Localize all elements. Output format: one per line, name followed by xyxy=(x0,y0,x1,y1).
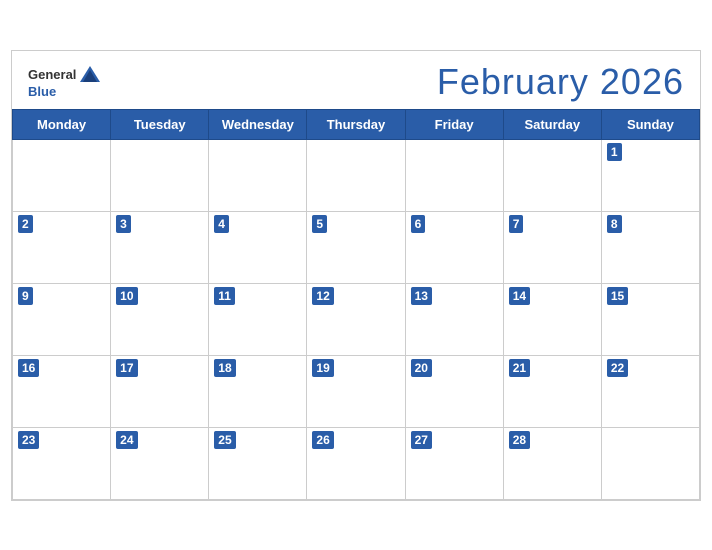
calendar-cell[interactable]: 26 xyxy=(307,427,405,499)
calendar-cell[interactable]: 20 xyxy=(405,355,503,427)
date-number: 16 xyxy=(18,359,39,378)
calendar-cell[interactable]: 22 xyxy=(601,355,699,427)
logo-icon xyxy=(79,64,101,84)
date-number: 25 xyxy=(214,431,235,450)
date-number: 1 xyxy=(607,143,622,162)
date-number: 23 xyxy=(18,431,39,450)
calendar-cell[interactable]: 7 xyxy=(503,211,601,283)
date-number: 8 xyxy=(607,215,622,234)
calendar-cell[interactable] xyxy=(503,139,601,211)
calendar-cell[interactable]: 9 xyxy=(13,283,111,355)
calendar-cell[interactable]: 15 xyxy=(601,283,699,355)
header-tuesday: Tuesday xyxy=(111,109,209,139)
calendar-cell[interactable]: 8 xyxy=(601,211,699,283)
week-row-4: 16 17 18 19 20 21 22 xyxy=(13,355,700,427)
date-number: 15 xyxy=(607,287,628,306)
date-number: 10 xyxy=(116,287,137,306)
calendar-container: General Blue February 2026 Monday Tuesda… xyxy=(11,50,701,501)
logo: General Blue xyxy=(28,64,101,99)
date-number: 4 xyxy=(214,215,229,234)
date-number: 20 xyxy=(411,359,432,378)
calendar-cell[interactable]: 24 xyxy=(111,427,209,499)
calendar-cell[interactable]: 21 xyxy=(503,355,601,427)
calendar-cell[interactable]: 17 xyxy=(111,355,209,427)
calendar-cell[interactable]: 23 xyxy=(13,427,111,499)
date-number: 11 xyxy=(214,287,235,306)
calendar-cell[interactable]: 27 xyxy=(405,427,503,499)
calendar-cell[interactable]: 14 xyxy=(503,283,601,355)
calendar-cell[interactable] xyxy=(209,139,307,211)
calendar-cell[interactable]: 18 xyxy=(209,355,307,427)
date-number: 13 xyxy=(411,287,432,306)
header-wednesday: Wednesday xyxy=(209,109,307,139)
calendar-cell[interactable]: 3 xyxy=(111,211,209,283)
header-friday: Friday xyxy=(405,109,503,139)
calendar-cell[interactable] xyxy=(601,427,699,499)
date-number: 14 xyxy=(509,287,530,306)
date-number: 27 xyxy=(411,431,432,450)
week-row-1: 1 xyxy=(13,139,700,211)
header-sunday: Sunday xyxy=(601,109,699,139)
calendar-cell[interactable]: 19 xyxy=(307,355,405,427)
date-number: 28 xyxy=(509,431,530,450)
calendar-cell[interactable]: 16 xyxy=(13,355,111,427)
calendar-cell[interactable]: 6 xyxy=(405,211,503,283)
date-number: 24 xyxy=(116,431,137,450)
calendar-cell[interactable]: 5 xyxy=(307,211,405,283)
week-row-2: 2 3 4 5 6 7 8 xyxy=(13,211,700,283)
month-title: February 2026 xyxy=(437,61,684,103)
calendar-cell[interactable]: 13 xyxy=(405,283,503,355)
date-number: 26 xyxy=(312,431,333,450)
header-thursday: Thursday xyxy=(307,109,405,139)
calendar-body: 1234567891011121314151617181920212223242… xyxy=(13,139,700,499)
date-number: 19 xyxy=(312,359,333,378)
date-number: 9 xyxy=(18,287,33,306)
header-saturday: Saturday xyxy=(503,109,601,139)
calendar-cell[interactable] xyxy=(405,139,503,211)
logo-text-general: General xyxy=(28,67,76,82)
date-number: 18 xyxy=(214,359,235,378)
calendar-cell[interactable] xyxy=(13,139,111,211)
calendar-cell[interactable] xyxy=(307,139,405,211)
week-row-5: 23 24 25 26 27 28 xyxy=(13,427,700,499)
calendar-cell[interactable]: 12 xyxy=(307,283,405,355)
weekday-header-row: Monday Tuesday Wednesday Thursday Friday… xyxy=(13,109,700,139)
calendar-cell[interactable]: 28 xyxy=(503,427,601,499)
calendar-cell[interactable] xyxy=(111,139,209,211)
date-number: 6 xyxy=(411,215,426,234)
week-row-3: 9 10 11 12 13 14 15 xyxy=(13,283,700,355)
date-number: 2 xyxy=(18,215,33,234)
date-number: 3 xyxy=(116,215,131,234)
calendar-cell[interactable]: 10 xyxy=(111,283,209,355)
date-number: 22 xyxy=(607,359,628,378)
calendar-grid: Monday Tuesday Wednesday Thursday Friday… xyxy=(12,109,700,500)
calendar-cell[interactable]: 4 xyxy=(209,211,307,283)
calendar-cell[interactable]: 2 xyxy=(13,211,111,283)
date-number: 21 xyxy=(509,359,530,378)
calendar-cell[interactable]: 25 xyxy=(209,427,307,499)
header-monday: Monday xyxy=(13,109,111,139)
calendar-cell[interactable]: 1 xyxy=(601,139,699,211)
date-number: 12 xyxy=(312,287,333,306)
logo-text-blue: Blue xyxy=(28,84,56,99)
calendar-header: General Blue February 2026 xyxy=(12,51,700,109)
date-number: 7 xyxy=(509,215,524,234)
calendar-cell[interactable]: 11 xyxy=(209,283,307,355)
date-number: 5 xyxy=(312,215,327,234)
date-number: 17 xyxy=(116,359,137,378)
